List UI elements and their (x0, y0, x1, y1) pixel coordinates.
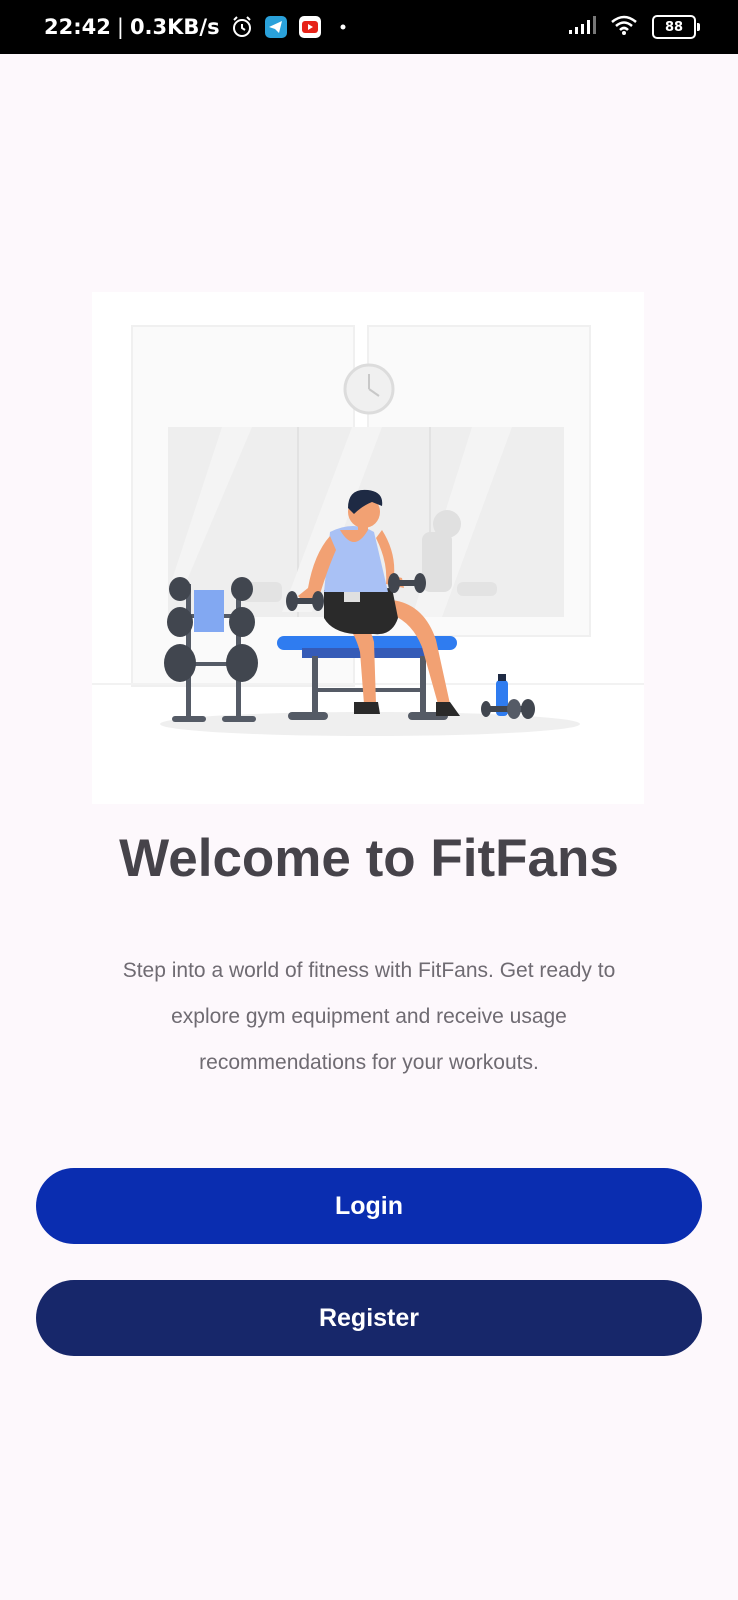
dot-icon (340, 24, 346, 30)
telegram-icon (264, 15, 288, 39)
login-button[interactable]: Login (36, 1168, 702, 1244)
alarm-icon (230, 15, 254, 39)
welcome-title: Welcome to FitFans (119, 829, 619, 888)
wifi-icon (610, 14, 638, 41)
register-button[interactable]: Register (36, 1280, 702, 1356)
battery-icon: 88 (652, 15, 700, 39)
status-left: 22:42 | 0.3KB/s (44, 0, 346, 54)
network-speed: 0.3KB/s (129, 15, 220, 39)
welcome-description: Step into a world of fitness with FitFan… (122, 959, 616, 1074)
gym-illustration (92, 292, 644, 804)
wall-clock-icon (343, 363, 395, 415)
status-bar: 22:42 | 0.3KB/s 88 (0, 0, 738, 54)
status-time: 22:42 (44, 15, 111, 39)
signal-icon (568, 15, 596, 40)
youtube-icon (298, 15, 322, 39)
status-separator: | (116, 15, 124, 39)
battery-level: 88 (664, 19, 684, 35)
status-right: 88 (568, 0, 700, 54)
